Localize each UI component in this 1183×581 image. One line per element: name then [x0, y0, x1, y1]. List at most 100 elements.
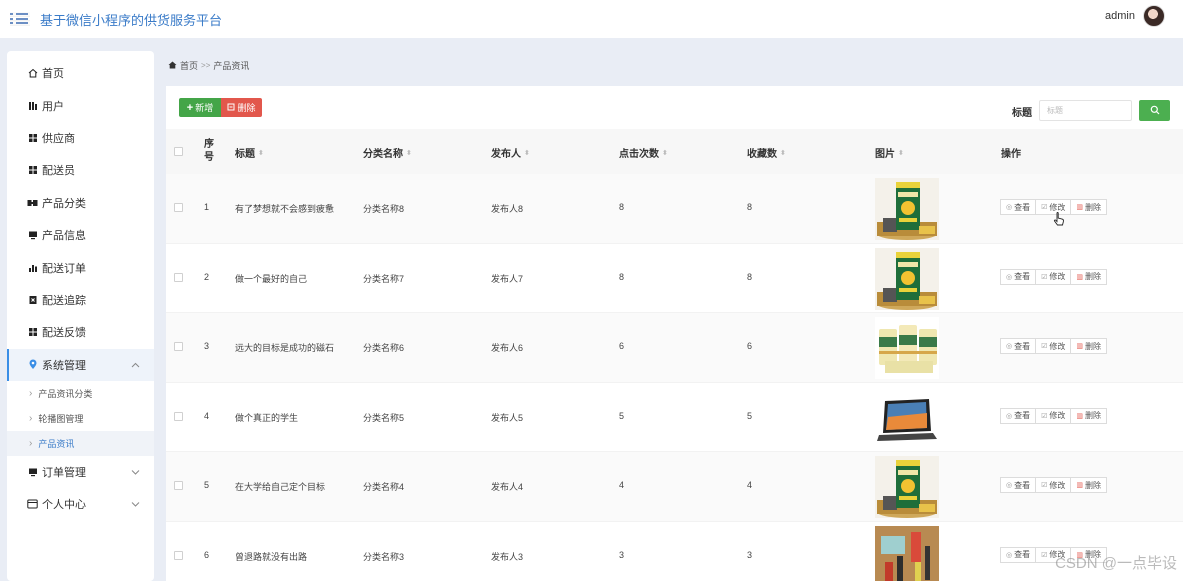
cell-clicks: 5 [619, 410, 625, 421]
sidebar-item-users[interactable]: 用户 [7, 89, 154, 121]
sidebar-item-order-management[interactable]: 订单管理 [7, 456, 154, 488]
product-image[interactable] [875, 456, 939, 518]
subitem-label: 产品资讯分类 [38, 388, 93, 399]
row-checkbox[interactable] [174, 342, 183, 351]
product-image[interactable] [875, 178, 939, 240]
view-button[interactable]: ◎ 查看 [1000, 268, 1037, 285]
sidebar-subitem-news[interactable]: › 产品资讯 [7, 430, 154, 456]
row-checkbox[interactable] [174, 550, 183, 560]
cell-category: 分类名称8 [363, 204, 405, 214]
view-button[interactable]: ◎ 查看 [1000, 199, 1037, 215]
sidebar-item-personal-center[interactable]: 个人中心 [7, 488, 154, 520]
sidebar-item-product-category[interactable]: 产品分类 [7, 187, 154, 219]
sort-icon: ⬍ [662, 149, 668, 157]
product-image[interactable] [875, 386, 939, 449]
sidebar-item-label: 配送追踪 [42, 294, 86, 307]
cell-category: 分类名称7 [363, 273, 405, 284]
sidebar-item-delivery-orders[interactable]: 配送订单 [7, 251, 154, 283]
grid-icon [27, 132, 38, 143]
table-row: 6 曾退路就没有出路 分类名称3 发布人3 3 3 ◎ 查看 ☑ 修改 ▥ 删除 [166, 522, 1183, 581]
delete-button[interactable]: ▥ 删除 [1070, 338, 1108, 354]
header-publisher[interactable]: 发布人 ⬍ [491, 145, 530, 160]
header-image-label: 图片 [875, 149, 895, 160]
view-button[interactable]: ◎ 查看 [1000, 338, 1037, 354]
delete-button[interactable]: ▥ 删除 [1070, 268, 1108, 285]
sort-icon: ⬍ [780, 149, 786, 157]
main-content: + 新增 删除 标题 序号 标题 ⬍ 分类名称 ⬍ 发布人 ⬍ [166, 86, 1183, 581]
cell-category: 分类名称4 [363, 482, 405, 492]
menu-toggle-icon[interactable] [10, 12, 30, 27]
batch-delete-button[interactable]: 删除 [221, 98, 262, 117]
cell-favorites: 6 [747, 341, 753, 351]
sidebar-subitem-news-category[interactable]: › 产品资讯分类 [7, 381, 154, 406]
sidebar-item-system-management[interactable]: 系统管理 [7, 348, 154, 381]
header-publisher-label: 发布人 [491, 149, 521, 160]
header-category[interactable]: 分类名称 ⬍ [363, 145, 412, 160]
view-button[interactable]: ◎ 查看 [1000, 477, 1037, 493]
row-checkbox[interactable] [174, 203, 183, 212]
edit-button[interactable]: ☑ 修改 [1035, 268, 1072, 285]
search-label: 标题 [1012, 108, 1032, 119]
app-title: 基于微信小程序的供货服务平台 [40, 12, 223, 28]
delete-button[interactable]: ▥ 删除 [1070, 477, 1108, 493]
edit-button[interactable]: ☑ 修改 [1035, 407, 1072, 424]
cell-publisher: 发布人7 [491, 273, 524, 284]
cell-category: 分类名称3 [363, 551, 405, 562]
search-input[interactable] [1039, 100, 1132, 121]
header-favorites[interactable]: 收藏数 ⬍ [747, 145, 786, 160]
row-checkbox[interactable] [174, 481, 183, 490]
select-all-checkbox[interactable] [174, 147, 183, 156]
chevron-up-icon [131, 360, 140, 370]
delete-button[interactable]: ▥ 删除 [1070, 199, 1108, 215]
sidebar-item-delivery-tracking[interactable]: 配送追踪 [7, 284, 154, 316]
sidebar-item-label: 订单管理 [42, 467, 86, 480]
cell-publisher: 发布人8 [491, 204, 524, 214]
sidebar-subitem-carousel[interactable]: › 轮播图管理 [7, 406, 154, 431]
product-image[interactable] [875, 247, 939, 310]
product-image[interactable] [875, 317, 939, 379]
table-row: 2 做一个最好的自己 分类名称7 发布人7 8 8 ◎ 查看 ☑ 修改 ▥ 删除 [166, 244, 1183, 313]
cell-clicks: 8 [619, 202, 625, 212]
view-button[interactable]: ◎ 查看 [1000, 407, 1037, 424]
cell-favorites: 3 [747, 549, 753, 560]
cell-index: 5 [204, 480, 210, 490]
sidebar-item-delivery-feedback[interactable]: 配送反馈 [7, 316, 154, 348]
edit-button[interactable]: ☑ 修改 [1035, 477, 1072, 493]
product-image[interactable] [875, 525, 939, 581]
delete-button-label: 删除 [1085, 202, 1102, 212]
delete-button-label: 删除 [1085, 341, 1102, 351]
add-button[interactable]: + 新增 [179, 98, 221, 117]
view-button-label: 查看 [1014, 550, 1031, 559]
sidebar-item-home[interactable]: 首页 [7, 57, 154, 89]
row-checkbox[interactable] [174, 272, 183, 282]
sidebar-item-label: 配送员 [42, 165, 75, 178]
breadcrumb-home[interactable]: 首页 [180, 59, 198, 72]
edit-button[interactable]: ☑ 修改 [1035, 338, 1072, 354]
header-index: 序号 [204, 139, 214, 163]
eye-icon: ◎ [1006, 551, 1013, 559]
header-image[interactable]: 图片 ⬍ [875, 145, 904, 160]
table-header: 序号 标题 ⬍ 分类名称 ⬍ 发布人 ⬍ 点击次数 ⬍ 收藏数 ⬍ 图片 ⬍ 操… [166, 129, 1183, 174]
plus-icon: + [186, 101, 194, 114]
header-actions: 操作 [1001, 149, 1021, 160]
user-menu[interactable]: admin [1105, 5, 1165, 27]
delete-button[interactable]: ▥ 删除 [1070, 407, 1108, 424]
sidebar-item-suppliers[interactable]: 供应商 [7, 122, 154, 154]
chevron-right-icon: › [29, 437, 33, 449]
breadcrumb-separator: >> [201, 61, 211, 70]
header-favorites-label: 收藏数 [747, 149, 777, 160]
cell-clicks: 3 [619, 549, 625, 560]
view-button-label: 查看 [1014, 202, 1031, 212]
cell-publisher: 发布人6 [491, 343, 524, 353]
avatar[interactable] [1143, 5, 1165, 27]
search-button[interactable] [1139, 100, 1170, 121]
row-checkbox[interactable] [174, 411, 183, 421]
sidebar-item-product-info[interactable]: 产品信息 [7, 219, 154, 251]
sidebar-item-couriers[interactable]: 配送员 [7, 154, 154, 186]
cell-title: 做一个最好的自己 [235, 273, 308, 284]
add-button-label: 新增 [195, 103, 214, 113]
view-button[interactable]: ◎ 查看 [1000, 546, 1037, 563]
view-button-label: 查看 [1014, 480, 1031, 490]
header-clicks[interactable]: 点击次数 ⬍ [619, 145, 668, 160]
header-title[interactable]: 标题 ⬍ [235, 145, 264, 160]
